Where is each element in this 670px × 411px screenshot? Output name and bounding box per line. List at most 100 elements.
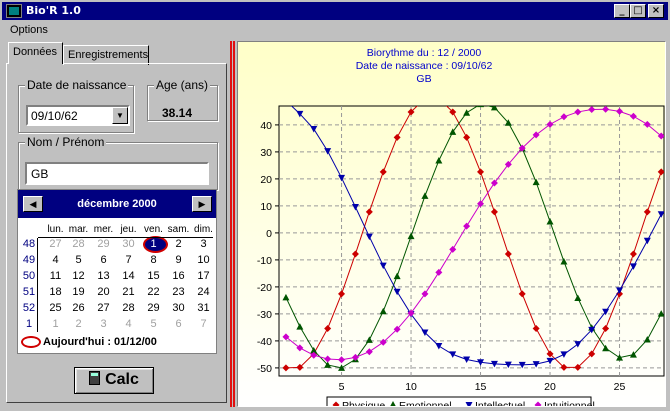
month-calendar[interactable]: ◀ décembre 2000 ▶ lun. mar. mer. jeu. ven. sa… — [17, 189, 217, 354]
age-value: 38.14 — [162, 106, 193, 120]
calendar-day[interactable]: 18 — [43, 286, 68, 298]
calendar-day[interactable]: 31 — [191, 302, 216, 314]
birth-date-group: Date de naissance 09/10/62 ▼ — [18, 78, 134, 133]
calendar-day[interactable]: 30 — [166, 302, 191, 314]
calculator-icon — [89, 371, 101, 385]
birth-date-label: Date de naissance — [25, 78, 129, 92]
title-bar[interactable]: Bio'R 1.0 _ □ × — [2, 2, 668, 20]
calendar-day[interactable]: 27 — [91, 302, 116, 314]
calendar-day[interactable]: 11 — [43, 270, 68, 282]
age-label: Age (ans) — [154, 78, 211, 92]
splitter-line — [233, 41, 235, 407]
x-tick-label: 10 — [405, 381, 417, 393]
birth-date-combo[interactable]: 09/10/62 ▼ — [26, 105, 130, 126]
calendar-day[interactable]: 2 — [166, 238, 191, 250]
y-tick-label: -30 — [257, 309, 272, 321]
name-field[interactable]: GB — [25, 162, 209, 185]
calendar-day[interactable]: 23 — [166, 286, 191, 298]
calendar-day[interactable]: 3 — [191, 238, 216, 250]
window-title: Bio'R 1.0 — [26, 4, 81, 17]
name-label: Nom / Prénom — [25, 135, 107, 149]
calendar-day[interactable]: 26 — [66, 302, 91, 314]
biorhythm-chart: Biorythme du : 12 / 2000Date de naissanc… — [238, 42, 665, 411]
main-window: Bio'R 1.0 _ □ × Options Enregistrements … — [0, 0, 670, 411]
calendar-week-number: 51 — [22, 286, 36, 298]
menu-bar: Options — [2, 21, 668, 39]
calendar-day[interactable]: 20 — [91, 286, 116, 298]
calendar-day[interactable]: 28 — [66, 238, 91, 250]
calendar-day[interactable]: 22 — [141, 286, 166, 298]
calendar-week-number: 52 — [22, 302, 36, 314]
calendar-day[interactable]: 4 — [116, 318, 141, 330]
calendar-day[interactable]: 24 — [191, 286, 216, 298]
week-divider — [37, 238, 38, 332]
calendar-day[interactable]: 15 — [141, 270, 166, 282]
calendar-dow: jeu. — [120, 224, 137, 235]
calendar-day[interactable]: 13 — [91, 270, 116, 282]
calendar-day[interactable]: 29 — [141, 302, 166, 314]
calendar-day[interactable]: 30 — [116, 238, 141, 250]
today-link[interactable]: Aujourd'hui : 01/12/00 — [21, 336, 157, 349]
maximize-button[interactable]: □ — [630, 4, 646, 18]
today-circle-icon — [21, 336, 41, 349]
calendar-day[interactable]: 4 — [43, 254, 68, 266]
x-tick-label: 20 — [544, 381, 556, 393]
calendar-day[interactable]: 17 — [191, 270, 216, 282]
calendar-next-button[interactable]: ▶ — [192, 196, 212, 212]
calendar-month-title: décembre 2000 — [77, 198, 157, 210]
y-tick-label: -10 — [257, 255, 272, 267]
today-label: Aujourd'hui : 01/12/00 — [43, 336, 157, 348]
y-tick-label: 20 — [260, 174, 272, 186]
close-button[interactable]: × — [648, 4, 664, 18]
calc-button[interactable]: Calc — [74, 367, 154, 394]
menu-options[interactable]: Options — [10, 24, 48, 36]
calendar-dow: sam. — [167, 224, 190, 235]
calendar-day[interactable]: 5 — [66, 254, 91, 266]
legend-label: Emotionnel — [399, 400, 452, 406]
calendar-day[interactable]: 7 — [191, 318, 216, 330]
calendar-dow: mer. — [93, 224, 114, 235]
calendar-week-number: 50 — [22, 270, 36, 282]
y-tick-label: -40 — [257, 336, 272, 348]
calendar-day[interactable]: 7 — [116, 254, 141, 266]
calendar-dow: lun. — [47, 224, 64, 235]
y-tick-label: -50 — [257, 363, 272, 375]
y-tick-label: 10 — [260, 201, 272, 213]
chart-title-line: GB — [416, 73, 431, 85]
calc-label: Calc — [105, 371, 139, 388]
legend-label: Intuitionnel — [544, 400, 595, 406]
calendar-day[interactable]: 12 — [66, 270, 91, 282]
calendar-day[interactable]: 9 — [166, 254, 191, 266]
calendar-day[interactable]: 16 — [166, 270, 191, 282]
chevron-down-icon[interactable]: ▼ — [112, 107, 128, 124]
splitter-line — [230, 41, 232, 407]
calendar-day[interactable]: 1 — [141, 238, 166, 250]
splitter[interactable] — [229, 41, 236, 407]
calendar-day[interactable]: 28 — [116, 302, 141, 314]
calendar-day[interactable]: 27 — [43, 238, 68, 250]
y-tick-label: 40 — [260, 120, 272, 132]
legend-label: Intellectuel — [475, 400, 525, 406]
calendar-day[interactable]: 6 — [91, 254, 116, 266]
tab-donnees[interactable]: Données — [8, 42, 63, 64]
y-tick-label: -20 — [257, 282, 272, 294]
calendar-day[interactable]: 14 — [116, 270, 141, 282]
calendar-day[interactable]: 25 — [43, 302, 68, 314]
calendar-day[interactable]: 21 — [116, 286, 141, 298]
y-tick-label: 30 — [260, 147, 272, 159]
calendar-day[interactable]: 6 — [166, 318, 191, 330]
calendar-day[interactable]: 3 — [91, 318, 116, 330]
calendar-day[interactable]: 1 — [43, 318, 68, 330]
app-icon[interactable] — [6, 4, 22, 18]
x-tick-label: 5 — [339, 381, 345, 393]
calendar-day[interactable]: 8 — [141, 254, 166, 266]
calendar-day[interactable]: 19 — [66, 286, 91, 298]
calendar-day[interactable]: 29 — [91, 238, 116, 250]
calendar-day[interactable]: 2 — [66, 318, 91, 330]
calendar-day[interactable]: 5 — [141, 318, 166, 330]
age-group: Age (ans) 38.14 — [147, 78, 218, 121]
calendar-day[interactable]: 10 — [191, 254, 216, 266]
minimize-button[interactable]: _ — [614, 4, 630, 18]
y-tick-label: 0 — [266, 228, 272, 240]
tab-enregistrements[interactable]: Enregistrements — [63, 45, 149, 65]
